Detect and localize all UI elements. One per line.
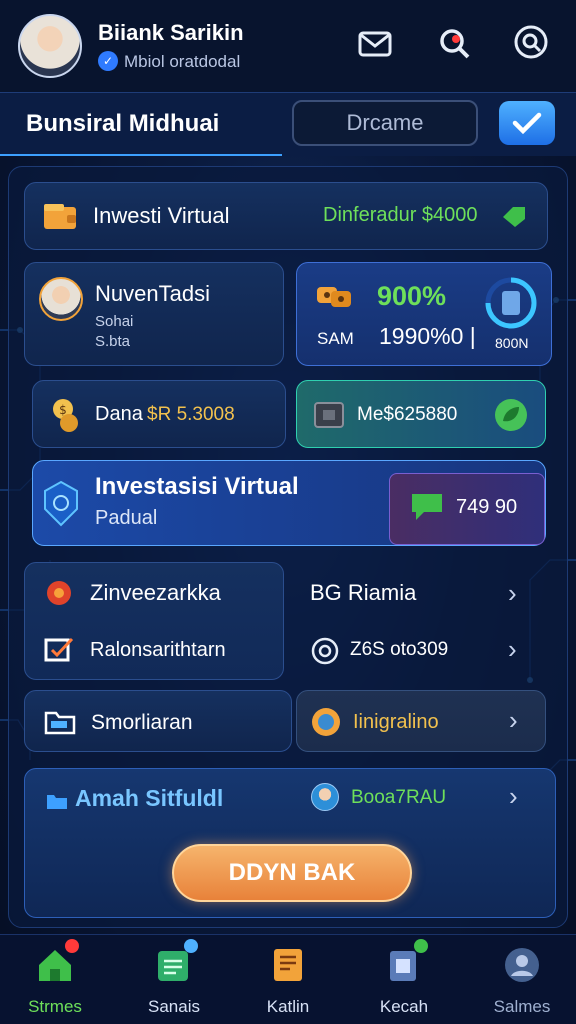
menu-item-5: Smorliaran — [91, 711, 193, 734]
profile-name: NuvenTadsi — [95, 281, 210, 306]
profile-icon — [502, 945, 542, 985]
profile-avatar — [39, 277, 83, 321]
nav-item-2[interactable]: Sanais — [124, 939, 224, 1021]
invest-label: Inwesti Virtual — [93, 203, 230, 228]
cta-button[interactable]: DDYN BAK — [172, 844, 412, 902]
medal-icon — [312, 708, 340, 736]
nav-item-4-label: Kecah — [379, 997, 429, 1016]
verified-icon: ✓ — [98, 51, 118, 71]
document-icon — [268, 945, 308, 985]
menu-item-4[interactable]: Z6S oto309 — [350, 639, 448, 661]
nav-home[interactable]: Strmes — [5, 939, 105, 1021]
coins-icon — [317, 287, 351, 307]
chat-bubble-icon — [412, 494, 442, 520]
user-subtitle: Mbiol oratdodal — [124, 52, 241, 71]
profile-card[interactable]: NuvenTadsi Sohai S.bta — [24, 262, 284, 366]
home-icon — [35, 939, 79, 985]
search-alert-icon[interactable] — [433, 22, 475, 64]
chat-stat-box[interactable]: 749 90 — [389, 473, 545, 545]
menu-item-3[interactable]: Ralonsarithtarn — [90, 639, 226, 662]
search-input[interactable]: Drcame — [292, 100, 478, 146]
dana-value: $R 5.3008 — [147, 404, 235, 425]
mail-icon[interactable] — [354, 22, 396, 64]
wallet-icon — [44, 204, 76, 229]
clipboard-icon — [384, 939, 428, 985]
amah-avatar — [311, 783, 339, 811]
profile-line2: S.bta — [95, 333, 131, 350]
check-icon — [512, 112, 542, 135]
folder-icon — [44, 711, 76, 735]
nav-item-4[interactable]: Kecah — [354, 939, 454, 1021]
amah-label: Amah Sitfuldl — [75, 785, 224, 811]
stats-card[interactable]: 900% SAM 1990%0 | 800N — [296, 262, 552, 366]
stats-value: 1990%0 | — [379, 323, 476, 349]
folder-blue-icon — [47, 795, 67, 809]
invest-summary-bar[interactable]: Inwesti Virtual Dinferadur $4000 — [24, 182, 548, 250]
page-title: Bunsiral Midhuai — [26, 110, 220, 137]
nav-profile-label: Salmes — [493, 997, 551, 1016]
green-tag-icon — [503, 207, 525, 227]
chevron-right-icon: › — [509, 705, 518, 735]
gear-icon — [44, 578, 74, 613]
feature-card[interactable]: Investasisi Virtual Padual 749 90 — [32, 460, 546, 546]
stats-percent: 900% — [377, 281, 447, 311]
shield-icon — [44, 480, 78, 527]
svg-text:$: $ — [59, 403, 67, 417]
user-name: Biiank Sarikin — [98, 20, 244, 45]
mes-value: Me$625880 — [357, 404, 458, 425]
menu-item-2[interactable]: BG Riamia — [310, 580, 416, 606]
nav-item-3-label: Katlin — [266, 997, 310, 1016]
dana-card[interactable]: $ Dana $R 5.3008 — [32, 380, 286, 448]
search-icon[interactable] — [511, 22, 553, 64]
feature-subtitle: Padual — [95, 507, 158, 529]
chevron-right-icon[interactable]: › — [508, 578, 517, 609]
app-header: Biiank Sarikin ✓ Mbiol oratdodal — [0, 0, 576, 92]
user-avatar[interactable] — [18, 14, 82, 78]
nav-home-label: Strmes — [28, 997, 82, 1016]
title-bar: Bunsiral Midhuai Drcame — [0, 92, 576, 156]
target-icon — [310, 636, 340, 671]
nav-item-3[interactable]: Katlin — [238, 945, 338, 1021]
menu-item-1[interactable]: Zinveezarkka — [90, 580, 221, 606]
feature-title: Investasisi Virtual — [95, 473, 299, 500]
dana-label: Dana — [95, 403, 143, 425]
stats-label: SAM — [317, 329, 354, 348]
menu-card-5[interactable]: Smorliaran — [24, 690, 292, 752]
profile-line1: Sohai — [95, 313, 134, 330]
progress-ring-icon — [485, 277, 537, 329]
amah-value: Booa7RAU — [351, 787, 447, 808]
leaf-badge-icon — [495, 399, 527, 431]
mes-card[interactable]: Me$625880 — [296, 380, 546, 448]
confirm-button[interactable] — [499, 101, 555, 145]
chevron-right-icon[interactable]: › — [508, 634, 517, 665]
nav-item-2-label: Sanais — [148, 997, 200, 1016]
ring-label: 800N — [495, 335, 529, 351]
box-icon — [314, 402, 344, 428]
invest-value: Dinferadur $4000 — [323, 204, 478, 226]
chat-value: 749 90 — [456, 496, 518, 518]
chevron-right-icon[interactable]: › — [509, 781, 518, 812]
money-bag-icon: $ — [53, 399, 78, 432]
menu-item-6: Iinigralino — [353, 711, 439, 733]
edit-check-icon — [44, 636, 74, 669]
nav-profile[interactable]: Salmes — [472, 945, 572, 1021]
bottom-nav: Strmes Sanais Katlin Kecah Salmes — [0, 934, 576, 1024]
wallet-card-icon — [154, 939, 198, 985]
menu-card-6[interactable]: Iinigralino › — [296, 690, 546, 752]
